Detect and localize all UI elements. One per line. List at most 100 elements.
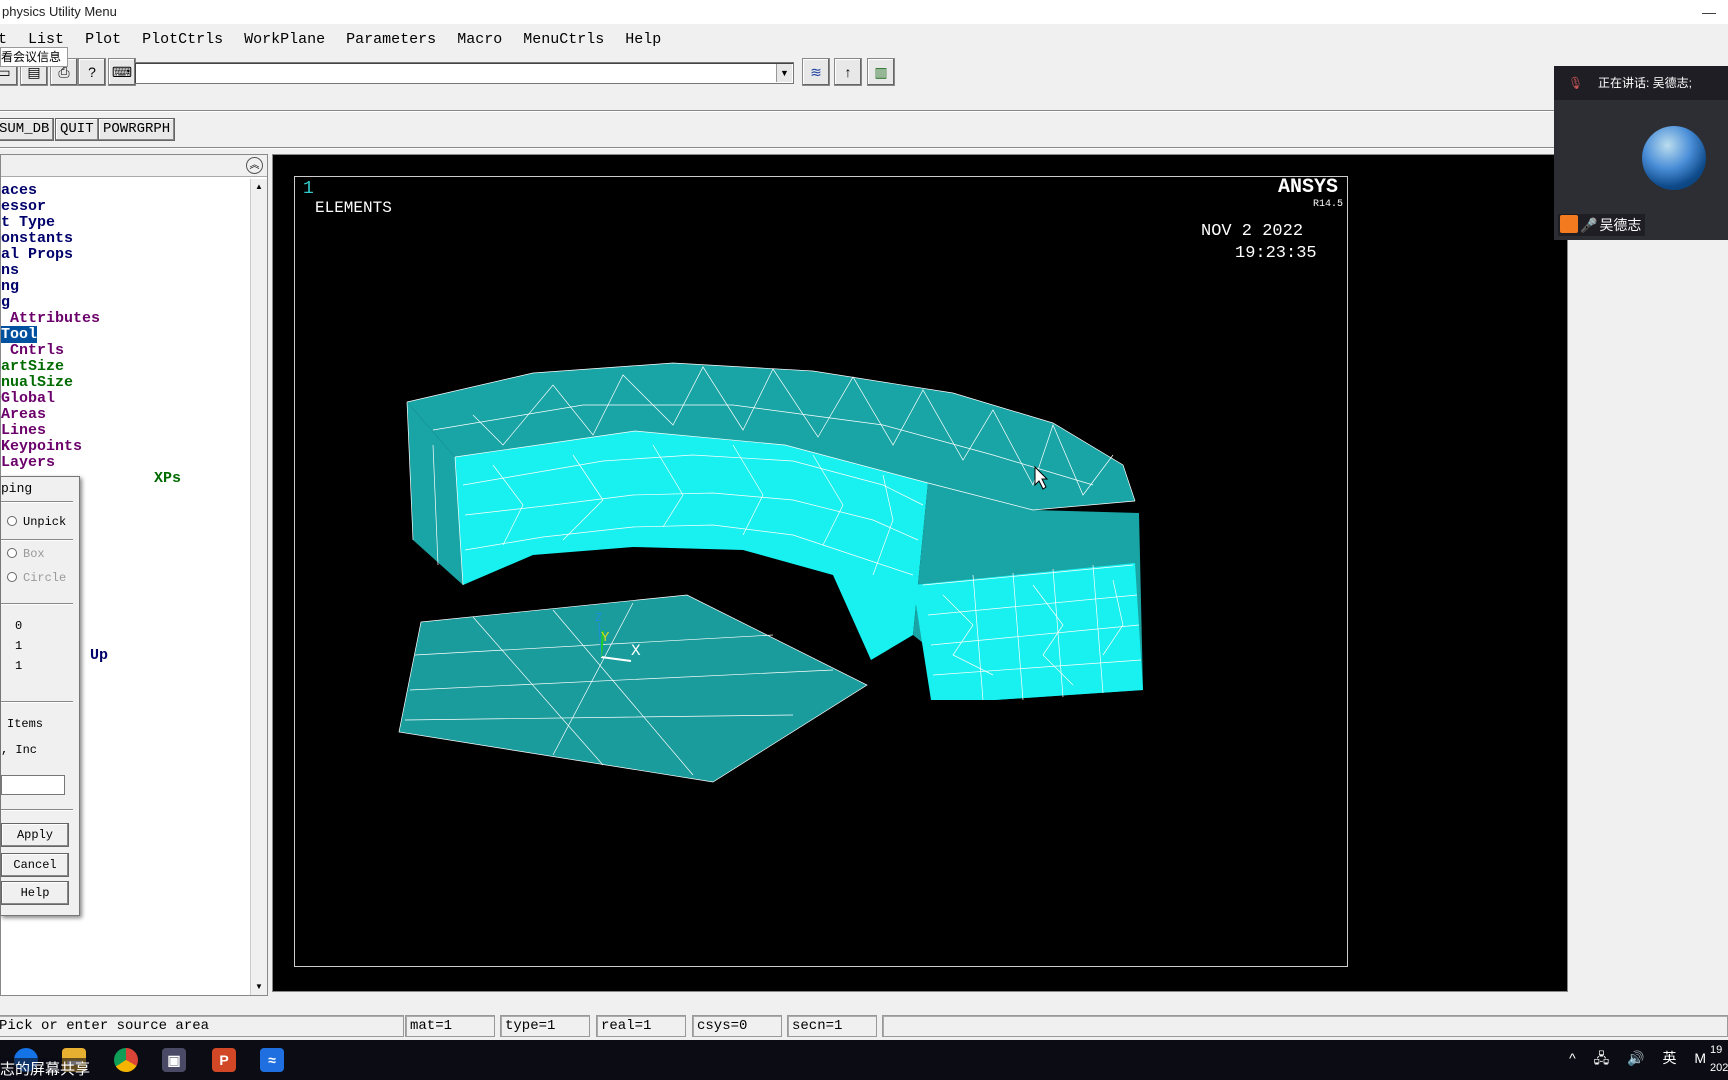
command-history-dropdown[interactable]: ▼ <box>776 64 792 82</box>
menu-macro[interactable]: Macro <box>457 28 502 52</box>
screen-share-label: 志的屏幕共享 <box>0 1058 91 1079</box>
divider <box>1 539 73 541</box>
ansys-app-icon[interactable]: ▣ <box>162 1048 186 1072</box>
clock-time: 19 <box>1710 1044 1723 1056</box>
speaker-name: 吴德志 <box>1599 217 1642 233</box>
tree-item[interactable]: Cntrls <box>1 343 181 359</box>
range-label: , Inc <box>1 743 38 757</box>
collapse-icon[interactable]: ︽ <box>246 157 263 174</box>
scroll-up-icon[interactable]: ▲ <box>252 179 266 195</box>
tree-item[interactable]: Tool <box>1 326 181 343</box>
radio-icon <box>7 548 17 558</box>
max-value: 1 <box>15 639 23 653</box>
clock[interactable]: 19 202 <box>1710 1041 1728 1077</box>
menu-plotctrls[interactable]: PlotCtrls <box>142 28 223 52</box>
tree-item[interactable]: nualSize <box>1 375 181 391</box>
menu-workplane[interactable]: WorkPlane <box>244 28 325 52</box>
divider <box>1 603 73 605</box>
mat-field: mat=1 <box>405 1015 495 1037</box>
system-tray: ^ 🖧 🔊 英 M <box>1555 1048 1706 1072</box>
ime-indicator[interactable]: 英 <box>1662 1050 1676 1066</box>
quick-bar-separator <box>0 147 1560 149</box>
type-field: type=1 <box>500 1015 590 1037</box>
real-field: real=1 <box>596 1015 686 1037</box>
tree-item[interactable]: artSize <box>1 359 181 375</box>
keyboard-icon[interactable]: ⌨ <box>108 58 136 86</box>
tree-item[interactable]: g <box>1 295 181 311</box>
speaker-chip: 🎤 吴德志 <box>1558 214 1646 236</box>
help-icon[interactable]: ? <box>78 58 106 86</box>
quit-button[interactable]: QUIT <box>55 118 99 141</box>
pick-dialog-title: ping <box>1 481 33 496</box>
tree-item[interactable]: t Type <box>1 215 181 231</box>
volume-icon[interactable]: 🔊 <box>1627 1050 1644 1066</box>
meeting-app-icon[interactable]: ≈ <box>260 1048 284 1072</box>
tree-item[interactable]: Global <box>1 391 181 407</box>
box-radio: Box <box>7 547 45 561</box>
tree-item[interactable]: Lines <box>1 423 181 439</box>
cancel-button[interactable]: Cancel <box>1 853 69 877</box>
chrome-icon[interactable] <box>114 1048 138 1072</box>
prompt-field: Pick or enter source area <box>0 1015 404 1037</box>
mic-icon: 🎤 <box>1580 217 1598 233</box>
csys-field: csys=0 <box>692 1015 782 1037</box>
powrgrph-button[interactable]: POWRGRPH <box>98 118 176 141</box>
meeting-info-tooltip: 看会议信息 <box>0 47 69 67</box>
title-bar: physics Utility Menu — <box>0 0 1728 24</box>
tree-header: ︽ <box>1 155 267 177</box>
list-items-radio[interactable]: Items <box>7 717 43 731</box>
tree-item[interactable]: aces <box>1 183 181 199</box>
status-bar: Pick or enter source area mat=1 type=1 r… <box>0 1014 1728 1038</box>
pick-dialog: ping Unpick Box Circle 0 1 1 Items , Inc… <box>0 476 80 916</box>
tree-item[interactable]: essor <box>1 199 181 215</box>
triad-x-label: X <box>631 642 641 660</box>
count-value: 0 <box>15 619 23 633</box>
person-icon <box>1560 215 1578 233</box>
tree-item[interactable]: Keypoints <box>1 439 181 455</box>
menu-parameters[interactable]: Parameters <box>346 28 436 52</box>
menu-menuctrls[interactable]: MenuCtrls <box>523 28 604 52</box>
contact-manager-icon[interactable]: ▥ <box>867 58 895 86</box>
tree-item-up[interactable]: Up <box>90 647 108 664</box>
apply-button[interactable]: Apply <box>1 823 69 847</box>
network-icon[interactable]: 🖧 <box>1594 1050 1610 1066</box>
tree-item[interactable]: Areas <box>1 407 181 423</box>
menu-plot[interactable]: Plot <box>85 28 121 52</box>
menu-help[interactable]: Help <box>625 28 661 52</box>
tree-item[interactable]: Attributes <box>1 311 181 327</box>
graphics-window[interactable]: 1 ELEMENTS ANSYS R14.5 NOV 2 2022 19:23:… <box>272 154 1568 992</box>
triad-y-label: Y <box>601 630 610 646</box>
tree-list: aces essor t Type onstants al Props ns ng g Att… <box>1 183 181 487</box>
help-button[interactable]: Help <box>1 881 69 905</box>
minimize-button[interactable]: — <box>1702 0 1716 24</box>
min-value: 1 <box>15 659 23 673</box>
tree-item[interactable]: al Props <box>1 247 181 263</box>
divider <box>1 701 73 703</box>
clock-date: 202 <box>1710 1062 1728 1074</box>
meeting-overlay: 🎙 正在讲话: 吴德志; 🎤 吴德志 <box>1554 66 1728 240</box>
command-input[interactable]: ▼ <box>134 62 794 84</box>
tree-item[interactable]: ng <box>1 279 181 295</box>
meeting-header: 🎙 正在讲话: 吴德志; <box>1554 66 1728 100</box>
reset-picking-icon[interactable]: ↑ <box>834 58 862 86</box>
muted-mic-icon: 🎙 <box>1568 76 1584 90</box>
scroll-down-icon[interactable]: ▼ <box>252 979 266 995</box>
tree-scrollbar[interactable]: ▲ ▼ <box>250 179 267 995</box>
powerpoint-icon[interactable]: P <box>212 1048 236 1072</box>
circle-radio: Circle <box>7 571 66 585</box>
mesh-end-face <box>913 563 1143 700</box>
save-db-button[interactable]: SUM_DB <box>0 118 55 141</box>
taskbar: ▬ ▣ P ≈ <box>0 1040 1728 1080</box>
input-mode-icon[interactable]: M <box>1694 1050 1706 1066</box>
unpick-radio[interactable]: Unpick <box>7 515 66 529</box>
avatar <box>1642 126 1706 190</box>
tree-item[interactable]: Layers <box>1 455 181 471</box>
raise-hidden-icon[interactable]: ≋ <box>802 58 830 86</box>
speaking-label: 正在讲话: 吴德志; <box>1598 76 1693 90</box>
triad-z-label: Z <box>595 611 602 625</box>
pick-input[interactable] <box>1 775 65 795</box>
tray-expand-icon[interactable]: ^ <box>1569 1050 1576 1066</box>
tree-item[interactable]: onstants <box>1 231 181 247</box>
tree-item[interactable]: ns <box>1 263 181 279</box>
radio-icon <box>7 516 17 526</box>
